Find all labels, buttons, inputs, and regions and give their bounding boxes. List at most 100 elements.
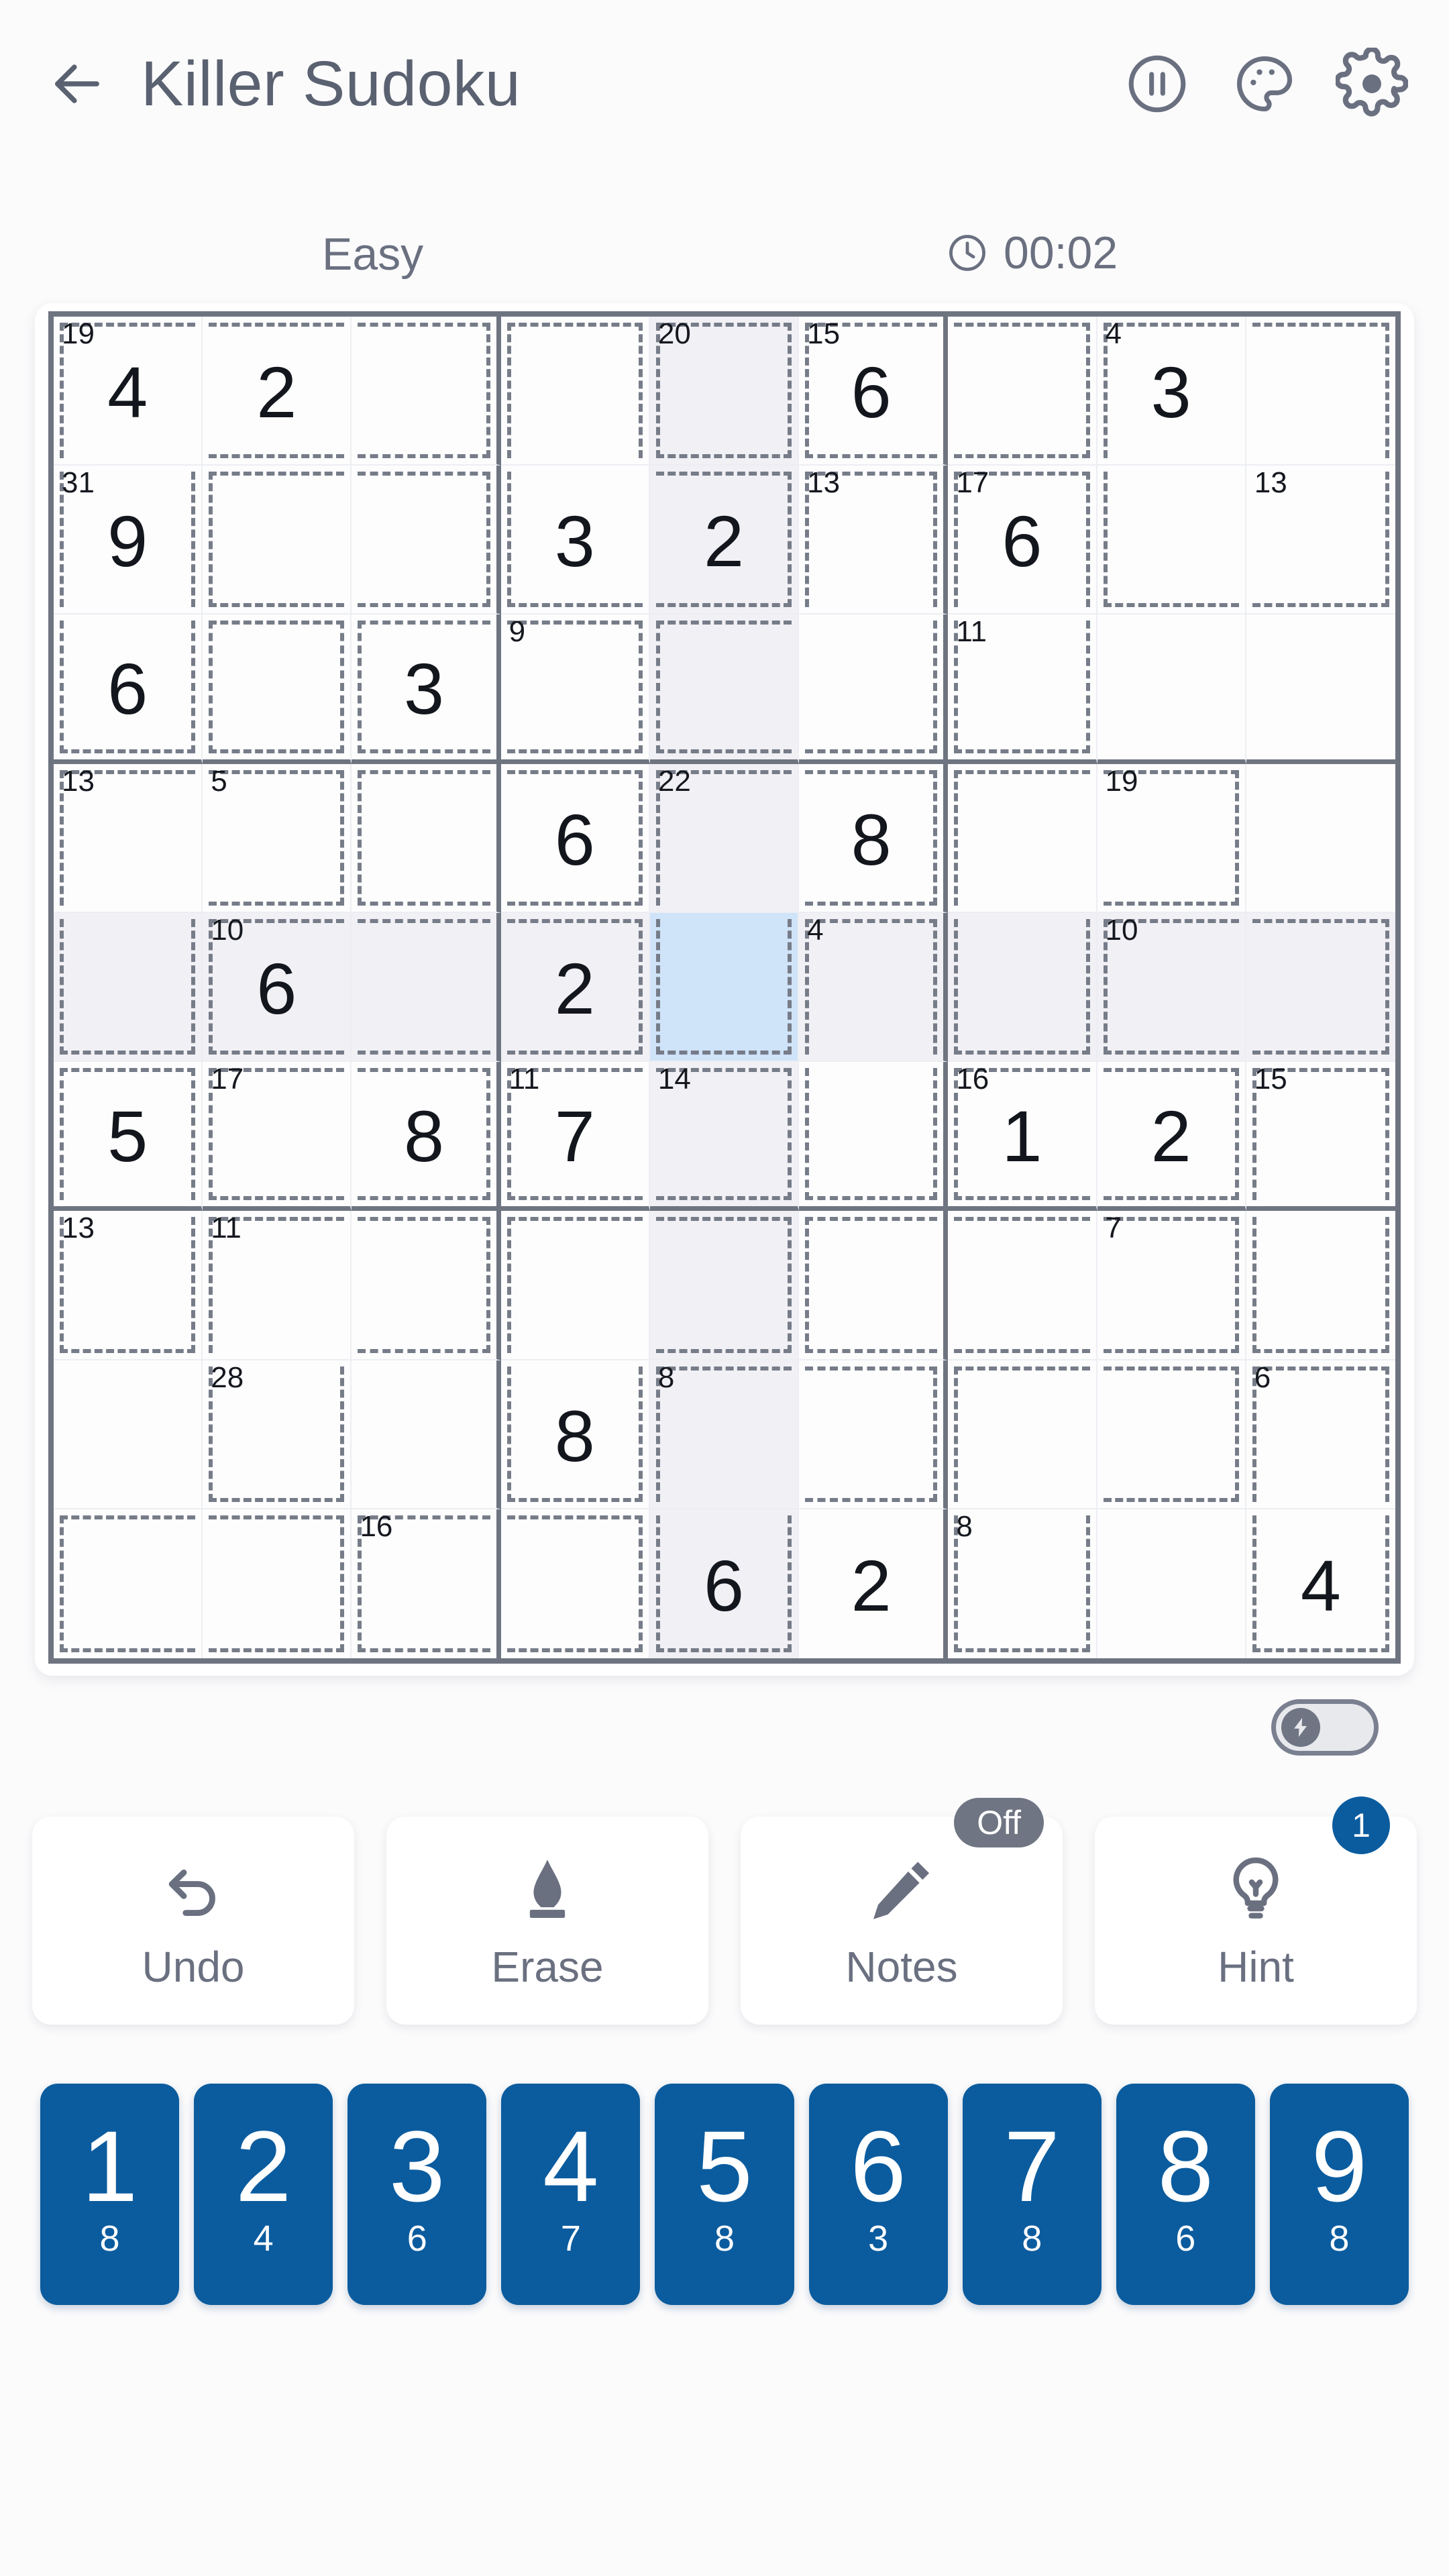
grid-cell-r5c3[interactable] — [352, 912, 501, 1063]
grid-cell-r8c7[interactable] — [948, 1360, 1097, 1509]
grid-cell-r5c8[interactable]: 10 — [1097, 912, 1246, 1063]
grid-cell-r1c6[interactable]: 15 6 — [799, 317, 949, 466]
back-button[interactable] — [27, 34, 127, 134]
grid-cell-r7c7[interactable] — [948, 1211, 1097, 1360]
grid-cell-r2c6[interactable]: 13 — [799, 466, 949, 615]
grid-cell-r5c9[interactable] — [1246, 912, 1395, 1063]
numpad-button-3[interactable]: 36 — [347, 2084, 487, 2305]
grid-cell-r8c4[interactable]: 8 — [500, 1360, 650, 1509]
grid-cell-r6c3[interactable]: 8 — [352, 1062, 501, 1212]
grid-cell-r3c3[interactable]: 3 — [352, 614, 501, 764]
grid-cell-r4c4[interactable]: 6 — [500, 763, 650, 913]
auto-check-toggle[interactable] — [1271, 1699, 1379, 1756]
grid-cell-r4c9[interactable] — [1246, 763, 1395, 913]
grid-cell-r6c5[interactable]: 14 — [649, 1062, 800, 1212]
grid-cell-r2c2[interactable] — [203, 466, 352, 615]
numpad-button-9[interactable]: 98 — [1269, 2084, 1409, 2305]
settings-button[interactable] — [1335, 47, 1409, 121]
sudoku-grid[interactable]: 19 4 2 20 15 6 4 3 31 9 3 2 13 17 6 13 6 3 9 11 13 5 6 22 8 19 10 6… — [48, 311, 1401, 1664]
grid-cell-r8c1[interactable] — [54, 1360, 203, 1509]
grid-cell-r9c7[interactable]: 8 — [948, 1509, 1097, 1658]
grid-cell-r1c3[interactable] — [352, 317, 501, 466]
grid-cell-r9c8[interactable] — [1097, 1509, 1246, 1658]
grid-cell-r5c7[interactable] — [948, 912, 1097, 1063]
grid-cell-r4c8[interactable]: 19 — [1097, 763, 1246, 913]
grid-cell-r7c8[interactable]: 7 — [1097, 1211, 1246, 1360]
grid-cell-r1c8[interactable]: 43 — [1097, 317, 1246, 466]
grid-cell-r8c9[interactable]: 6 — [1246, 1360, 1395, 1509]
numpad-button-1[interactable]: 18 — [40, 2084, 180, 2305]
numpad-button-4[interactable]: 47 — [501, 2084, 641, 2305]
grid-cell-r4c5[interactable]: 22 — [649, 763, 800, 913]
grid-cell-r7c4[interactable] — [500, 1211, 650, 1360]
grid-cell-r1c5[interactable]: 20 — [649, 317, 800, 466]
grid-cell-r3c2[interactable] — [203, 614, 352, 764]
numpad-button-8[interactable]: 86 — [1116, 2084, 1255, 2305]
numpad-button-6[interactable]: 63 — [808, 2084, 948, 2305]
grid-cell-r2c7[interactable]: 17 6 — [948, 466, 1097, 615]
grid-cell-r5c2[interactable]: 10 6 — [203, 912, 352, 1063]
grid-cell-r9c3[interactable]: 16 — [352, 1509, 501, 1658]
grid-cell-r3c6[interactable] — [799, 614, 949, 764]
grid-cell-r7c6[interactable] — [799, 1211, 949, 1360]
grid-cell-r7c2[interactable]: 11 — [203, 1211, 352, 1360]
grid-cell-r9c5[interactable]: 6 — [649, 1509, 800, 1658]
grid-cell-r4c7[interactable] — [948, 763, 1097, 913]
grid-cell-r7c9[interactable] — [1246, 1211, 1395, 1360]
notes-button[interactable]: Off Notes — [741, 1798, 1063, 2025]
theme-button[interactable] — [1228, 47, 1301, 121]
grid-cell-r2c1[interactable]: 31 9 — [54, 466, 203, 615]
grid-cell-r5c4[interactable]: 2 — [500, 912, 650, 1063]
grid-cell-r1c7[interactable] — [948, 317, 1097, 466]
grid-cell-r2c8[interactable] — [1097, 466, 1246, 615]
grid-cell-r1c2[interactable]: 2 — [203, 317, 352, 466]
grid-cell-r3c9[interactable] — [1246, 614, 1395, 764]
grid-cell-r9c2[interactable] — [203, 1509, 352, 1658]
grid-cell-r3c7[interactable]: 11 — [948, 614, 1097, 764]
grid-cell-r6c4[interactable]: 11 7 — [500, 1062, 650, 1212]
grid-cell-r2c3[interactable] — [352, 466, 501, 615]
grid-cell-r7c3[interactable] — [352, 1211, 501, 1360]
pause-button[interactable] — [1120, 47, 1194, 121]
grid-cell-r4c3[interactable] — [352, 763, 501, 913]
grid-cell-r6c8[interactable]: 2 — [1097, 1062, 1246, 1212]
numpad-button-2[interactable]: 24 — [194, 2084, 333, 2305]
grid-cell-r8c2[interactable]: 28 — [203, 1360, 352, 1509]
grid-cell-r3c8[interactable] — [1097, 614, 1246, 764]
grid-cell-r1c1[interactable]: 19 4 — [54, 317, 203, 466]
grid-cell-r9c4[interactable] — [500, 1509, 650, 1658]
grid-cell-r3c5[interactable] — [649, 614, 800, 764]
grid-cell-r9c9[interactable]: 4 — [1246, 1509, 1395, 1658]
grid-cell-r6c7[interactable]: 16 1 — [948, 1062, 1097, 1212]
grid-cell-r6c1[interactable]: 5 — [54, 1062, 203, 1212]
hint-button[interactable]: 1 Hint — [1095, 1796, 1417, 2025]
grid-cell-r6c6[interactable] — [799, 1062, 949, 1212]
grid-cell-r2c5[interactable]: 2 — [649, 466, 800, 615]
grid-cell-r8c5[interactable]: 8 — [649, 1360, 800, 1509]
grid-cell-r2c9[interactable]: 13 — [1246, 466, 1395, 615]
grid-cell-r7c1[interactable]: 13 — [54, 1211, 203, 1360]
grid-cell-r8c8[interactable] — [1097, 1360, 1246, 1509]
grid-cell-r4c2[interactable]: 5 — [203, 763, 352, 913]
grid-cell-r5c5[interactable] — [649, 912, 800, 1063]
erase-button[interactable]: Erase — [386, 1817, 708, 2025]
grid-cell-r2c4[interactable]: 3 — [500, 466, 650, 615]
grid-cell-r4c6[interactable]: 8 — [799, 763, 949, 913]
grid-cell-r6c9[interactable]: 15 — [1246, 1062, 1395, 1212]
grid-cell-r1c9[interactable] — [1246, 317, 1395, 466]
grid-cell-r7c5[interactable] — [649, 1211, 800, 1360]
grid-cell-r8c3[interactable] — [352, 1360, 501, 1509]
grid-cell-r3c1[interactable]: 6 — [54, 614, 203, 764]
numpad-button-5[interactable]: 58 — [655, 2084, 794, 2305]
grid-cell-r5c6[interactable]: 4 — [799, 912, 949, 1063]
undo-button[interactable]: Undo — [32, 1817, 354, 2025]
grid-cell-r3c4[interactable]: 9 — [500, 614, 650, 764]
grid-cell-r4c1[interactable]: 13 — [54, 763, 203, 913]
grid-cell-r9c6[interactable]: 2 — [799, 1509, 949, 1658]
grid-cell-r6c2[interactable]: 17 — [203, 1062, 352, 1212]
grid-cell-r5c1[interactable] — [54, 912, 203, 1063]
grid-cell-r8c6[interactable] — [799, 1360, 949, 1509]
numpad-button-7[interactable]: 78 — [962, 2084, 1102, 2305]
grid-cell-r9c1[interactable] — [54, 1509, 203, 1658]
grid-cell-r1c4[interactable] — [500, 317, 650, 466]
